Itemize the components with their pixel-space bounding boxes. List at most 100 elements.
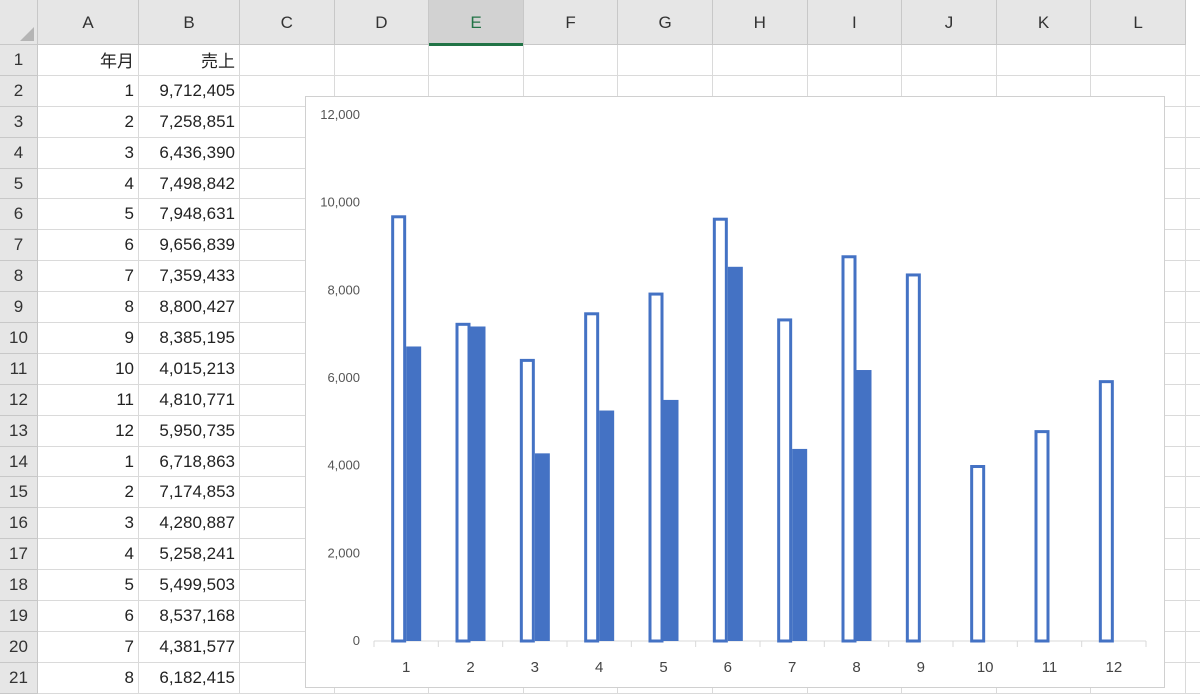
column-header-c[interactable]: C <box>240 0 335 45</box>
cell-c[interactable] <box>240 45 335 75</box>
cell-b[interactable]: 5,499,503 <box>139 570 240 601</box>
row-header[interactable]: 16 <box>0 508 37 540</box>
cell-b[interactable]: 7,174,853 <box>139 477 240 508</box>
x-tick-label: 10 <box>977 659 994 676</box>
row-header[interactable]: 2 <box>0 76 37 107</box>
cell-a[interactable]: 4 <box>38 168 139 199</box>
cell-a[interactable]: 2 <box>38 477 139 508</box>
column-header-a[interactable]: A <box>38 0 139 45</box>
cell-b[interactable]: 8,537,168 <box>139 601 240 631</box>
row-header[interactable]: 11 <box>0 354 37 385</box>
cell-d[interactable] <box>335 45 430 75</box>
row-header[interactable]: 15 <box>0 477 37 509</box>
cell-g[interactable] <box>618 45 713 75</box>
cell-a[interactable]: 3 <box>38 508 139 539</box>
cell-b[interactable]: 7,498,842 <box>139 168 240 199</box>
row-header[interactable]: 18 <box>0 570 37 602</box>
cell-a[interactable]: 1 <box>38 75 139 106</box>
row-header[interactable]: 21 <box>0 663 37 694</box>
cell-b[interactable]: 7,359,433 <box>139 261 240 292</box>
bar-series-1 <box>391 215 407 643</box>
cell-a[interactable]: 8 <box>38 662 139 693</box>
cell-a[interactable]: 8 <box>38 292 139 323</box>
x-tick-label: 3 <box>531 659 539 676</box>
cell-a[interactable]: 10 <box>38 353 139 384</box>
cell-b[interactable]: 6,182,415 <box>139 662 240 693</box>
column-header-e[interactable]: E <box>429 0 524 46</box>
column-header-k[interactable]: K <box>997 0 1092 45</box>
y-tick-label: 6,000 <box>327 370 360 385</box>
cell-a[interactable]: 7 <box>38 631 139 662</box>
column-header-d[interactable]: D <box>335 0 430 45</box>
cell-a[interactable]: 9 <box>38 323 139 353</box>
cell-j[interactable] <box>902 45 997 75</box>
row-header[interactable]: 8 <box>0 261 37 293</box>
cell-a[interactable]: 6 <box>38 230 139 261</box>
bar-series-2 <box>406 346 422 641</box>
select-all-triangle-icon <box>20 27 34 41</box>
column-header-i[interactable]: I <box>808 0 903 45</box>
row-header[interactable]: 14 <box>0 447 37 478</box>
cell-a[interactable]: 4 <box>38 539 139 570</box>
row-header[interactable]: 6 <box>0 199 37 231</box>
cell-b[interactable]: 6,436,390 <box>139 137 240 168</box>
cell-b[interactable]: 8,800,427 <box>139 292 240 323</box>
row-header[interactable]: 10 <box>0 323 37 354</box>
cell-b[interactable]: 4,381,577 <box>139 631 240 662</box>
row-header[interactable]: 1 <box>0 45 37 76</box>
column-header-f[interactable]: F <box>524 0 619 45</box>
x-tick-label: 5 <box>659 659 667 676</box>
row-header[interactable]: 19 <box>0 601 37 632</box>
cell-a[interactable]: 1 <box>38 446 139 477</box>
cell-a[interactable]: 2 <box>38 106 139 137</box>
cell-a[interactable]: 7 <box>38 261 139 292</box>
cell-b[interactable]: 5,258,241 <box>139 539 240 570</box>
row-header[interactable]: 7 <box>0 230 37 262</box>
bar-series-1 <box>648 292 664 643</box>
column-header-g[interactable]: G <box>618 0 713 45</box>
cell-i[interactable] <box>808 45 903 75</box>
column-header-b[interactable]: B <box>139 0 240 45</box>
cell-b[interactable]: 5,950,735 <box>139 415 240 446</box>
cell-e[interactable] <box>429 45 524 75</box>
cell-a[interactable]: 11 <box>38 384 139 415</box>
table-row: 年月 売上 <box>38 45 1200 76</box>
cell-h[interactable] <box>713 45 808 75</box>
row-header[interactable]: 20 <box>0 632 37 663</box>
bar-chart[interactable]: 0 2,000 4,000 6,000 8,000 10,000 12,000 1 2 3 4 5 6 7… <box>305 96 1165 688</box>
y-tick-label: 8,000 <box>327 282 360 297</box>
bar-series-2 <box>792 448 808 641</box>
row-header[interactable]: 17 <box>0 539 37 571</box>
cell-a[interactable]: 5 <box>38 570 139 601</box>
cell-a[interactable]: 5 <box>38 199 139 230</box>
cell-a[interactable]: 3 <box>38 137 139 168</box>
cell-f[interactable] <box>524 45 619 75</box>
row-header[interactable]: 12 <box>0 385 37 416</box>
row-header[interactable]: 4 <box>0 138 37 169</box>
select-all-corner[interactable] <box>0 0 38 45</box>
cell-b[interactable]: 4,015,213 <box>139 353 240 384</box>
cell-b[interactable]: 4,280,887 <box>139 508 240 539</box>
cell-a[interactable]: 6 <box>38 601 139 631</box>
column-header-j[interactable]: J <box>902 0 997 45</box>
bar-series-1 <box>905 273 921 643</box>
cell-b[interactable]: 7,948,631 <box>139 199 240 230</box>
cell-b[interactable]: 4,810,771 <box>139 384 240 415</box>
row-header[interactable]: 13 <box>0 416 37 447</box>
column-header-l[interactable]: L <box>1091 0 1186 45</box>
cell-b[interactable]: 7,258,851 <box>139 106 240 137</box>
bar-series-1 <box>584 312 600 643</box>
cell-a[interactable]: 年月 <box>38 45 139 75</box>
cell-b[interactable]: 売上 <box>139 45 240 75</box>
row-header[interactable]: 3 <box>0 107 37 138</box>
row-header[interactable]: 9 <box>0 292 37 324</box>
cell-b[interactable]: 6,718,863 <box>139 446 240 477</box>
cell-b[interactable]: 9,656,839 <box>139 230 240 261</box>
cell-b[interactable]: 9,712,405 <box>139 75 240 106</box>
cell-a[interactable]: 12 <box>38 415 139 446</box>
cell-b[interactable]: 8,385,195 <box>139 323 240 353</box>
cell-k[interactable] <box>997 45 1092 75</box>
column-header-h[interactable]: H <box>713 0 808 45</box>
cell-l[interactable] <box>1091 45 1186 75</box>
row-header[interactable]: 5 <box>0 169 37 200</box>
